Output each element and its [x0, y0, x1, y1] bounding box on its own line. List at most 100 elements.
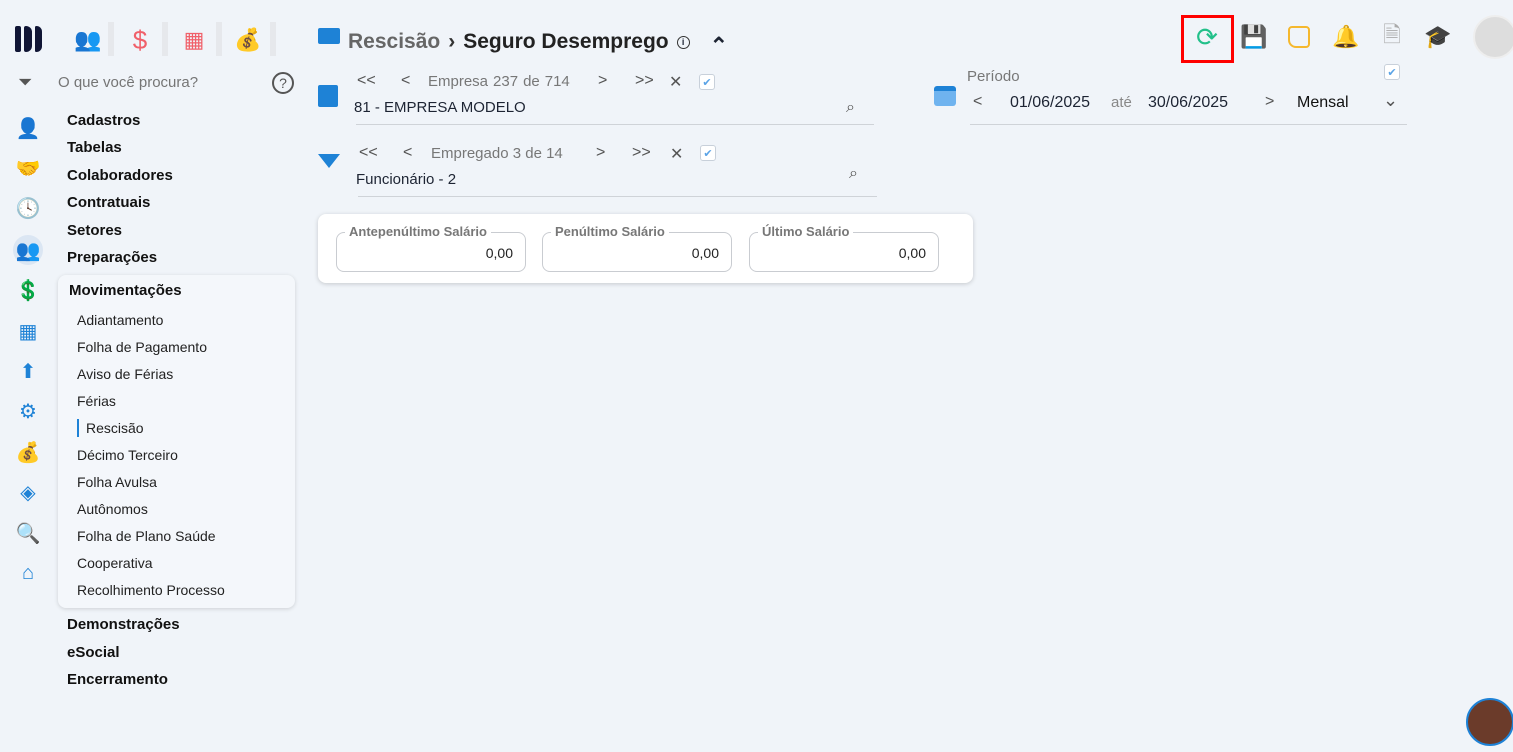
refresh-icon[interactable]: ⟳ — [1191, 20, 1223, 54]
calculator-icon[interactable]: ▦ — [176, 22, 212, 58]
submenu-ferias[interactable]: Férias — [77, 393, 116, 409]
submenu-cooperativa[interactable]: Cooperativa — [77, 555, 153, 571]
filter-icon[interactable]: ⏷ — [18, 72, 32, 93]
period-end[interactable]: 30/06/2025 — [1148, 94, 1228, 112]
field-label: Antepenúltimo Salário — [345, 224, 491, 239]
money-bag-icon[interactable]: 💰 — [14, 438, 42, 466]
empregado-field[interactable]: Funcionário - 2 — [356, 171, 456, 188]
prev-empregado-button[interactable]: < — [403, 144, 412, 162]
menu-demonstracoes[interactable]: Demonstrações — [67, 616, 180, 633]
bell-icon[interactable]: 🔔 — [1330, 20, 1362, 54]
breadcrumb-separator: › — [448, 30, 456, 53]
help-icon[interactable]: ? — [272, 72, 294, 94]
save-icon[interactable]: 💾 — [1238, 20, 1270, 54]
submenu-folha-pagamento[interactable]: Folha de Pagamento — [77, 339, 207, 355]
last-empregado-button[interactable]: >> — [632, 144, 651, 162]
field-label: Último Salário — [758, 224, 854, 239]
dollar-icon[interactable]: $ — [122, 22, 158, 58]
submenu-rescisao[interactable]: Rescisão — [86, 420, 144, 436]
submenu-adiantamento[interactable]: Adiantamento — [77, 312, 163, 328]
prev-empresa-button[interactable]: < — [401, 72, 410, 90]
handshake-icon[interactable]: 🤝 — [14, 154, 42, 182]
next-period-button[interactable]: > — [1265, 93, 1274, 111]
menu-encerramento[interactable]: Encerramento — [67, 671, 168, 688]
empresa-field[interactable]: 81 - EMPRESA MODELO — [354, 99, 526, 116]
clock-icon[interactable]: 🕓 — [14, 194, 42, 222]
menu-tabelas[interactable]: Tabelas — [67, 139, 122, 156]
period-until: até — [1111, 94, 1132, 111]
arrow-up-icon[interactable]: ⬆ — [14, 357, 42, 385]
periodo-label: Período — [967, 68, 1020, 85]
team-icon[interactable]: 👥 — [13, 235, 43, 265]
monitor-icon — [318, 28, 340, 44]
search-icon[interactable]: 🔍 — [14, 519, 42, 547]
user-settings-icon[interactable]: 👤 — [14, 114, 42, 142]
empresa-label: Empresa — [428, 73, 489, 90]
submenu-folha-avulsa[interactable]: Folha Avulsa — [77, 474, 157, 490]
page-title: Seguro Desemprego — [463, 30, 669, 53]
user-avatar[interactable] — [1473, 15, 1513, 59]
divider — [162, 22, 168, 56]
menu-preparacoes[interactable]: Preparações — [67, 249, 157, 266]
divider — [216, 22, 222, 56]
menu-colaboradores[interactable]: Colaboradores — [67, 167, 173, 184]
divider — [270, 22, 276, 56]
breadcrumb-parent[interactable]: Rescisão — [348, 30, 440, 54]
submenu-autonomos[interactable]: Autônomos — [77, 501, 148, 517]
assistant-avatar[interactable] — [1466, 698, 1513, 746]
submenu-recolhimento[interactable]: Recolhimento Processo — [77, 582, 225, 598]
field-label: Penúltimo Salário — [551, 224, 669, 239]
empregado-checkbox[interactable]: ✔ — [700, 145, 716, 161]
submenu-decimo-terceiro[interactable]: Décimo Terceiro — [77, 447, 178, 463]
submenu-aviso-ferias[interactable]: Aviso de Férias — [77, 366, 173, 382]
field-value: 0,00 — [485, 245, 513, 261]
field-value: 0,00 — [898, 245, 926, 261]
filter-funnel-icon — [318, 154, 340, 168]
calendar-icon — [934, 86, 956, 106]
search-empresa-icon[interactable]: ⌕ — [846, 99, 855, 117]
search-empregado-icon[interactable]: ⌕ — [849, 165, 858, 183]
clear-empregado-button[interactable]: ✕ — [670, 144, 683, 164]
menu-cadastros[interactable]: Cadastros — [67, 112, 140, 129]
search-input[interactable] — [58, 70, 258, 94]
menu-contratuais[interactable]: Contratuais — [67, 194, 150, 211]
info-icon[interactable]: i — [676, 35, 690, 49]
empregado-counter: Empregado 3 de 14 — [431, 145, 563, 162]
money-bag-icon[interactable]: 💰 — [230, 22, 266, 58]
last-empresa-button[interactable]: >> — [635, 72, 654, 90]
periodo-checkbox[interactable]: ✔ — [1384, 64, 1400, 80]
chevron-down-icon[interactable]: ⌄ — [1383, 90, 1398, 111]
next-empresa-button[interactable]: > — [598, 72, 607, 90]
prev-period-button[interactable]: < — [973, 93, 982, 111]
collapse-icon[interactable]: ⌃ — [710, 33, 728, 59]
field-value: 0,00 — [691, 245, 719, 261]
gear-icon[interactable]: ⚙ — [14, 397, 42, 425]
period-type-select[interactable]: Mensal — [1297, 94, 1349, 112]
next-empregado-button[interactable]: > — [596, 144, 605, 162]
graduation-cap-icon[interactable]: 🎓 — [1422, 20, 1454, 54]
menu-esocial[interactable]: eSocial — [67, 644, 120, 661]
penultimo-salario-field[interactable]: Penúltimo Salário 0,00 — [542, 224, 732, 272]
antepenultimo-salario-field[interactable]: Antepenúltimo Salário 0,00 — [336, 224, 526, 272]
app-logo[interactable] — [15, 26, 42, 52]
first-empresa-button[interactable]: << — [357, 72, 376, 90]
menu-setores[interactable]: Setores — [67, 222, 122, 239]
dollar-circle-icon[interactable]: 💲 — [14, 276, 42, 304]
document-search-icon[interactable]: 🗎 — [1376, 20, 1408, 54]
note-icon[interactable] — [1283, 20, 1315, 54]
empresa-checkbox[interactable]: ✔ — [699, 74, 715, 90]
empresa-total: 714 — [544, 73, 570, 90]
layers-icon[interactable]: ◈ — [14, 478, 42, 506]
empresa-of: de — [523, 73, 540, 90]
clear-empresa-button[interactable]: ✕ — [669, 72, 682, 92]
people-icon[interactable]: 👥 — [70, 22, 106, 58]
home-icon[interactable]: ⌂ — [14, 559, 42, 587]
calculator-icon[interactable]: ▦ — [14, 317, 42, 345]
ultimo-salario-field[interactable]: Último Salário 0,00 — [749, 224, 939, 272]
first-empregado-button[interactable]: << — [359, 144, 378, 162]
menu-movimentacoes[interactable]: Movimentações — [69, 282, 182, 299]
divider — [108, 22, 114, 56]
period-start[interactable]: 01/06/2025 — [1010, 94, 1090, 112]
submenu-plano-saude[interactable]: Folha de Plano Saúde — [77, 528, 216, 544]
active-indicator — [77, 419, 79, 437]
